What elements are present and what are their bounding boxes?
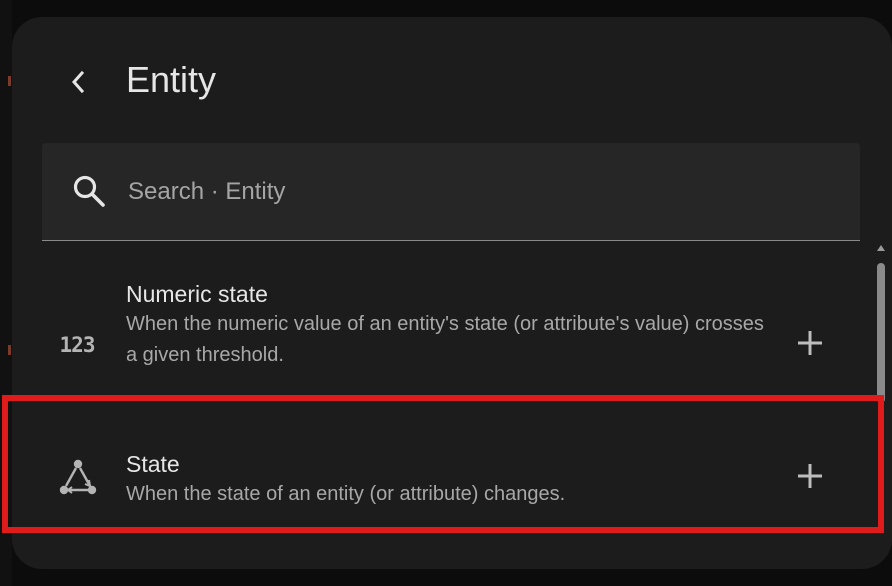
list-item-description: When the state of an entity (or attribut… (126, 483, 566, 505)
state-machine-icon (52, 457, 102, 497)
numeric-123-icon: 123 (59, 333, 96, 357)
list-item-title: Numeric state (126, 281, 268, 307)
trigger-list: 123 Numeric state When the numeric value… (12, 241, 876, 569)
scrollbar[interactable] (874, 241, 888, 501)
plus-icon (798, 331, 822, 355)
back-button[interactable] (58, 62, 98, 102)
list-item-text: Numeric state When the numeric value of … (126, 279, 766, 371)
search-field[interactable] (42, 143, 860, 241)
background-strip (0, 0, 12, 586)
list-item-title: State (126, 451, 180, 477)
dialog-header: Entity (12, 17, 892, 137)
entity-dialog: Entity 123 Numeric state When the numeri… (12, 17, 892, 569)
page-title: Entity (126, 59, 217, 100)
add-button[interactable] (792, 458, 828, 494)
list-item-numeric-state[interactable]: 123 Numeric state When the numeric value… (12, 241, 876, 401)
add-button[interactable] (792, 325, 828, 361)
list-item-description: When the numeric value of an entity's st… (126, 313, 764, 366)
scrollbar-thumb[interactable] (877, 263, 885, 403)
scroll-up-arrow-icon[interactable] (877, 245, 885, 251)
list-item-state[interactable]: State When the state of an entity (or at… (12, 413, 876, 541)
search-input[interactable] (126, 171, 830, 213)
edge-artifact (8, 345, 11, 355)
screen: Entity 123 Numeric state When the numeri… (0, 0, 892, 586)
list-item-text: State When the state of an entity (or at… (126, 449, 766, 510)
chevron-left-icon (71, 70, 85, 94)
plus-icon (798, 464, 822, 488)
edge-artifact (8, 76, 11, 86)
search-icon (73, 175, 105, 207)
